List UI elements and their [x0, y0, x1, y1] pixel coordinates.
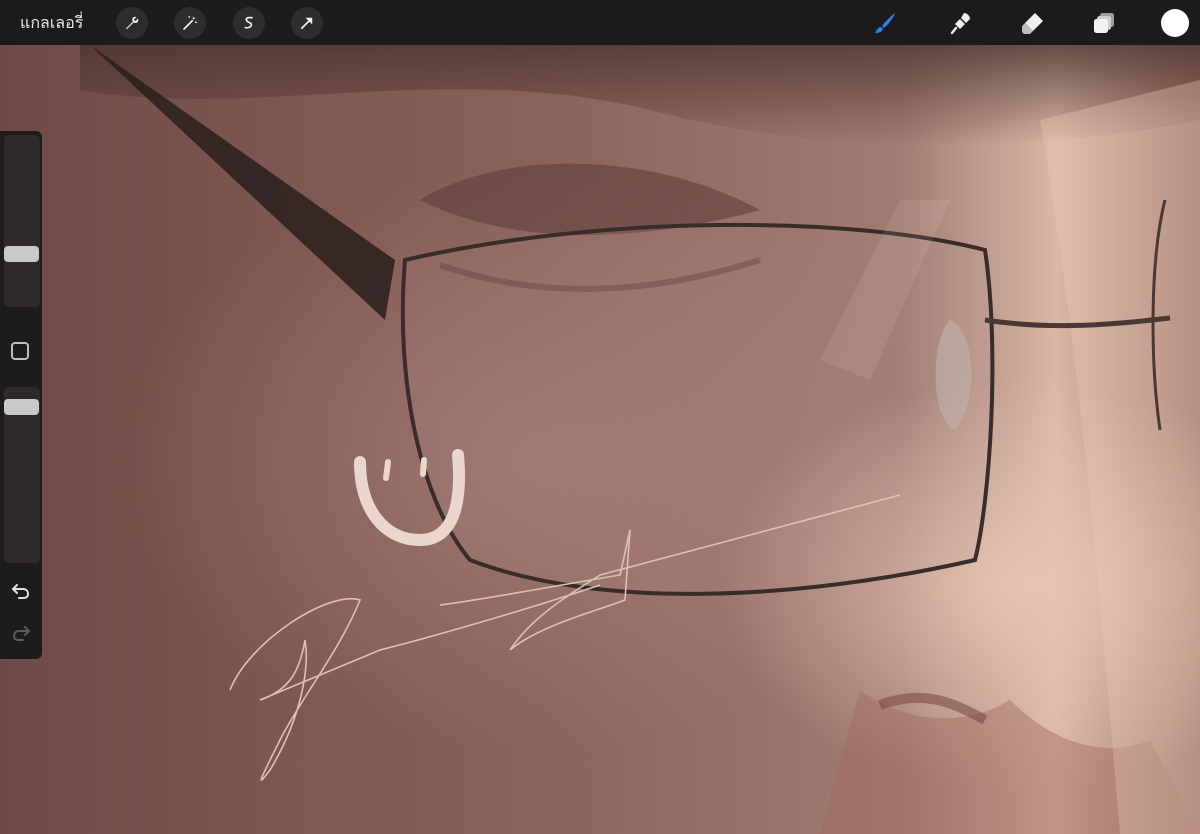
brush-icon — [875, 13, 895, 33]
brush-size-slider[interactable] — [4, 135, 40, 307]
opacity-handle[interactable] — [4, 398, 39, 415]
modify-button[interactable] — [11, 342, 29, 360]
wrench-icon — [126, 16, 139, 30]
arrow-cursor-icon — [300, 17, 313, 30]
layers-button[interactable] — [1088, 7, 1120, 39]
top-toolbar: แกลเลอรี่ — [0, 0, 1200, 45]
selection-icon — [244, 16, 253, 29]
undo-button[interactable] — [9, 579, 33, 603]
smudge-button[interactable] — [945, 7, 977, 39]
eraser-icon — [1022, 13, 1043, 34]
gallery-button[interactable]: แกลเลอรี่ — [20, 11, 83, 35]
redo-icon — [12, 626, 30, 641]
redo-button[interactable] — [9, 621, 33, 645]
magic-wand-icon — [183, 16, 197, 30]
transform-button[interactable] — [291, 7, 323, 39]
brush-size-handle[interactable] — [4, 245, 39, 262]
actions-button[interactable] — [116, 7, 148, 39]
paint-brush-button[interactable] — [869, 7, 901, 39]
undo-icon — [12, 584, 30, 599]
adjustments-button[interactable] — [174, 7, 206, 39]
layers-icon — [1094, 13, 1114, 33]
painting-canvas[interactable] — [0, 0, 1200, 834]
color-picker-button[interactable] — [1161, 9, 1189, 37]
eraser-button[interactable] — [1017, 7, 1049, 39]
smudge-icon — [950, 13, 970, 35]
selection-button[interactable] — [233, 7, 265, 39]
left-sidebar — [0, 131, 42, 659]
